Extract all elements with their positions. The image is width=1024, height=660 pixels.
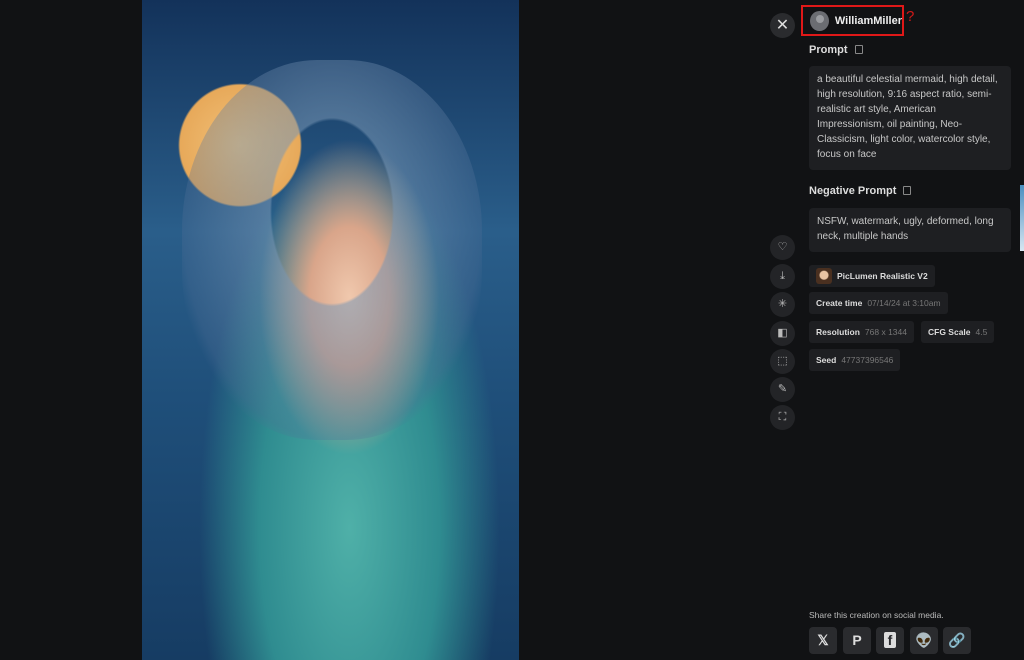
spinner-icon[interactable]: ✳ bbox=[770, 292, 795, 317]
reddit-icon: 👽 bbox=[915, 632, 933, 648]
seed-chip: Seed 47737396546 bbox=[809, 349, 901, 371]
seed-value: 47737396546 bbox=[841, 355, 894, 365]
facebook-share-button[interactable]: f bbox=[876, 627, 904, 654]
copy-icon[interactable] bbox=[854, 45, 863, 54]
x-icon: 𝕏 bbox=[817, 632, 829, 648]
model-avatar bbox=[816, 268, 832, 284]
model-chip[interactable]: PicLumen Realistic V2 bbox=[809, 265, 935, 287]
prompt-label: Prompt bbox=[809, 44, 848, 56]
upscale-icon[interactable]: ⬚ bbox=[770, 349, 795, 374]
resolution-label: Resolution bbox=[816, 327, 860, 337]
download-icon[interactable]: ⤓ bbox=[770, 264, 795, 289]
prompt-heading: Prompt bbox=[809, 44, 863, 56]
generated-image bbox=[142, 0, 519, 660]
link-icon: 🔗 bbox=[948, 632, 966, 648]
question-mark-icon: ? bbox=[906, 8, 915, 25]
next-image-thumbnail[interactable] bbox=[1020, 185, 1024, 251]
facebook-icon: f bbox=[883, 632, 897, 648]
share-text: Share this creation on social media. bbox=[809, 610, 944, 620]
pinterest-share-button[interactable]: P bbox=[843, 627, 871, 654]
create-time-chip: Create time 07/14/24 at 3:10am bbox=[809, 292, 948, 314]
copy-icon[interactable] bbox=[903, 186, 912, 195]
seed-label: Seed bbox=[816, 355, 837, 365]
avatar bbox=[810, 10, 829, 31]
user-profile-link[interactable]: WilliamMiller bbox=[801, 5, 904, 36]
pinterest-icon: P bbox=[852, 632, 862, 648]
username: WilliamMiller bbox=[834, 14, 902, 27]
negative-prompt-heading: Negative Prompt bbox=[809, 185, 912, 197]
cfg-scale-chip: CFG Scale 4.5 bbox=[921, 321, 995, 343]
image-detail bbox=[182, 60, 482, 440]
model-name: PicLumen Realistic V2 bbox=[837, 271, 928, 281]
expand-icon[interactable]: ⛶ bbox=[770, 405, 795, 430]
create-time-value: 07/14/24 at 3:10am bbox=[867, 298, 941, 308]
reddit-share-button[interactable]: 👽 bbox=[910, 627, 938, 654]
copy-link-button[interactable]: 🔗 bbox=[943, 627, 971, 654]
resolution-chip: Resolution 768 x 1344 bbox=[809, 321, 914, 343]
compare-icon[interactable]: ◧ bbox=[770, 321, 795, 346]
negative-prompt-label: Negative Prompt bbox=[809, 185, 897, 197]
cfg-scale-value: 4.5 bbox=[975, 327, 988, 337]
negative-prompt-text: NSFW, watermark, ugly, deformed, long ne… bbox=[809, 208, 1011, 252]
prompt-text: a beautiful celestial mermaid, high deta… bbox=[809, 66, 1011, 170]
edit-icon[interactable]: ✎ bbox=[770, 377, 795, 402]
cfg-scale-label: CFG Scale bbox=[928, 327, 971, 337]
x-share-button[interactable]: 𝕏 bbox=[809, 627, 837, 654]
resolution-value: 768 x 1344 bbox=[864, 327, 907, 337]
close-button[interactable]: ✕ bbox=[770, 13, 795, 38]
create-time-label: Create time bbox=[816, 298, 863, 308]
heart-icon[interactable]: ♡ bbox=[770, 235, 795, 260]
